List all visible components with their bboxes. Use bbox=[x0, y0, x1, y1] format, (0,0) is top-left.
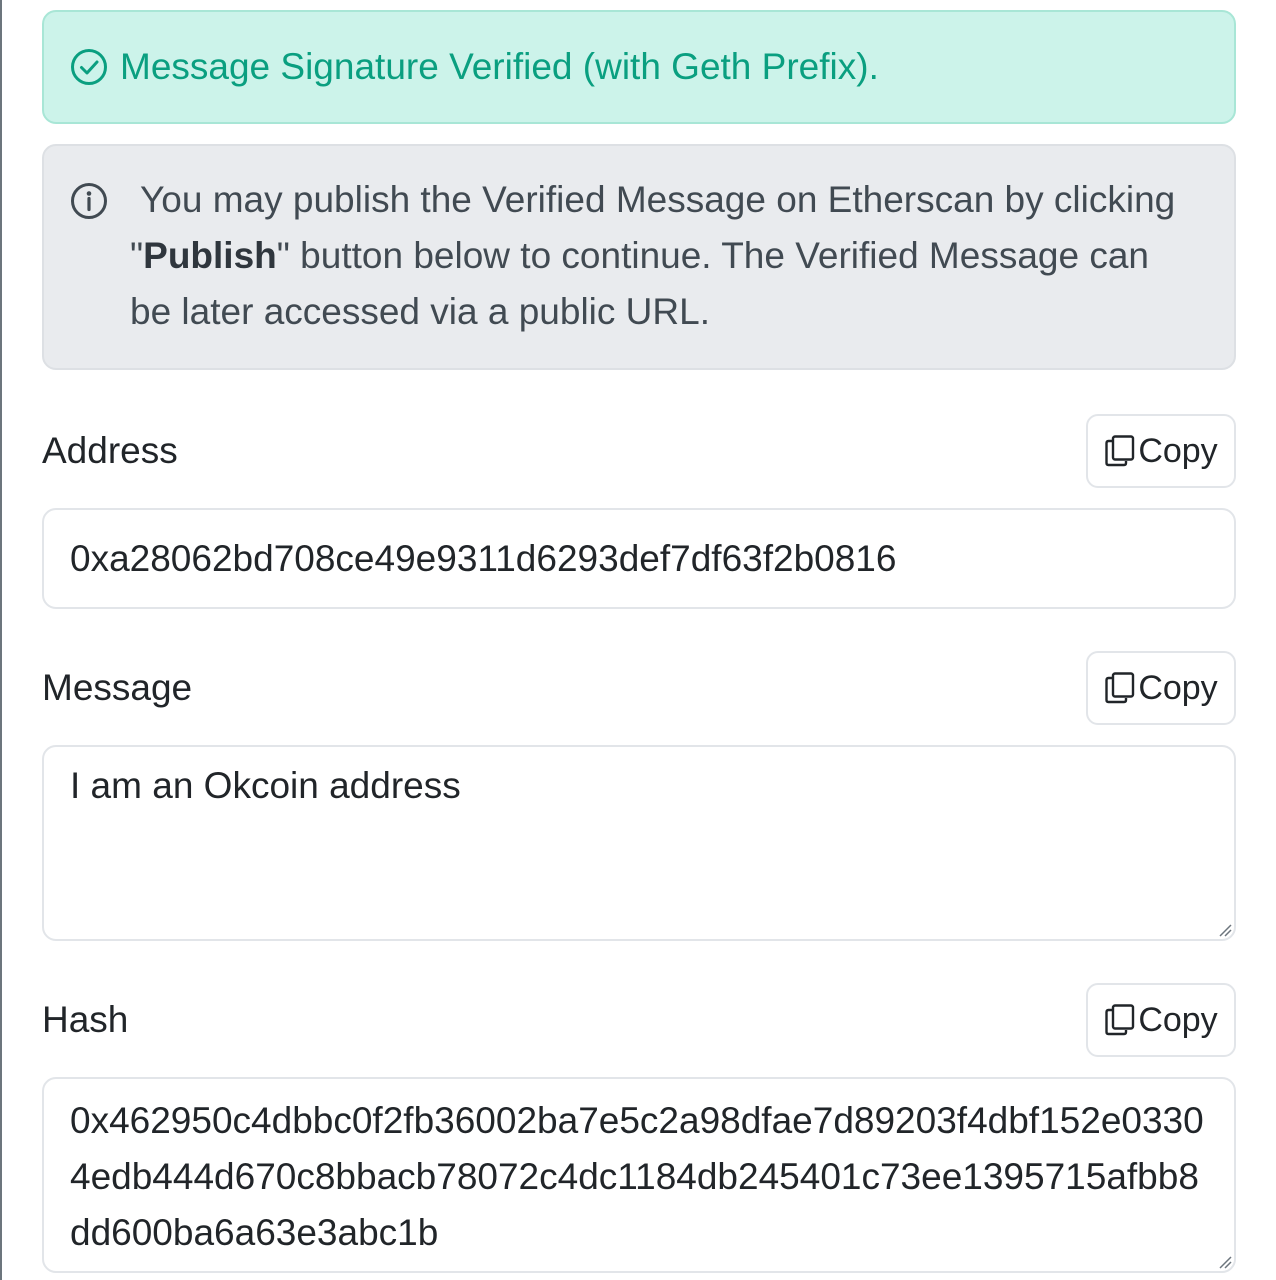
success-alert-text: Message Signature Verified (with Geth Pr… bbox=[120, 46, 879, 87]
address-value: 0xa28062bd708ce49e9311d6293def7df63f2b08… bbox=[70, 537, 897, 579]
copy-icon bbox=[1104, 434, 1136, 468]
page-left-border bbox=[0, 0, 2, 1280]
copy-icon bbox=[1104, 671, 1136, 705]
success-alert: Message Signature Verified (with Geth Pr… bbox=[42, 10, 1236, 124]
copy-hash-button[interactable]: Copy bbox=[1086, 983, 1236, 1057]
message-textarea[interactable]: I am an Okcoin address bbox=[42, 745, 1236, 941]
address-header: Address Copy bbox=[42, 414, 1236, 488]
address-label: Address bbox=[42, 430, 178, 471]
hash-textarea[interactable]: 0x462950c4dbbc0f2fb36002ba7e5c2a98dfae7d… bbox=[42, 1077, 1236, 1273]
message-value: I am an Okcoin address bbox=[70, 765, 461, 806]
resize-grip-icon[interactable] bbox=[1218, 1255, 1232, 1269]
hash-label: Hash bbox=[42, 999, 129, 1040]
resize-grip-icon[interactable] bbox=[1218, 923, 1232, 937]
check-circle-icon bbox=[70, 48, 108, 86]
copy-hash-label: Copy bbox=[1138, 1000, 1218, 1039]
message-label: Message bbox=[42, 667, 193, 708]
info-alert-text-after: " button below to continue. The Verified… bbox=[130, 235, 1149, 332]
copy-message-button[interactable]: Copy bbox=[1086, 651, 1236, 725]
address-field[interactable]: 0xa28062bd708ce49e9311d6293def7df63f2b08… bbox=[42, 508, 1236, 609]
copy-icon bbox=[1104, 1003, 1136, 1037]
hash-value: 0x462950c4dbbc0f2fb36002ba7e5c2a98dfae7d… bbox=[70, 1100, 1204, 1253]
info-circle-icon bbox=[70, 182, 108, 220]
info-alert: You may publish the Verified Message on … bbox=[42, 144, 1236, 370]
verified-message-panel: Message Signature Verified (with Geth Pr… bbox=[42, 10, 1236, 1273]
info-alert-publish-emphasis: Publish bbox=[143, 235, 277, 276]
copy-message-label: Copy bbox=[1138, 668, 1218, 707]
message-header: Message Copy bbox=[42, 651, 1236, 725]
hash-header: Hash Copy bbox=[42, 983, 1236, 1057]
copy-address-button[interactable]: Copy bbox=[1086, 414, 1236, 488]
copy-address-label: Copy bbox=[1138, 431, 1218, 470]
